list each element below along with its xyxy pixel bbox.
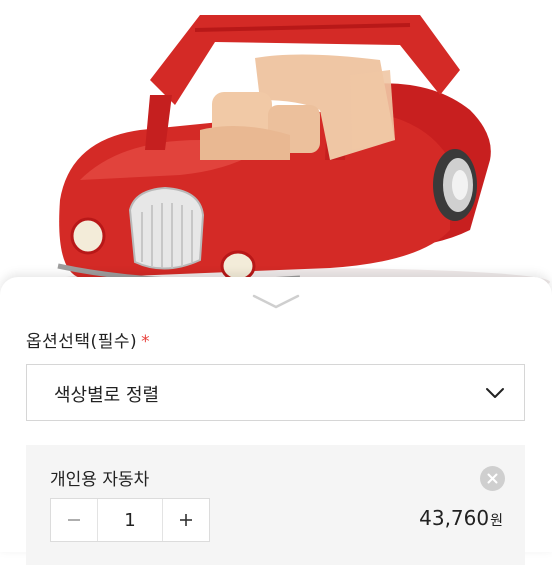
decrease-quantity-button[interactable]: [51, 499, 97, 541]
chevron-down-icon: [486, 388, 504, 398]
sort-select-value: 색상별로 정렬: [54, 385, 160, 406]
sort-select[interactable]: 색상별로 정렬: [26, 364, 525, 421]
selected-item-name: 개인용 자동차: [50, 470, 150, 490]
quantity-stepper: 1: [50, 498, 210, 542]
option-label: 옵션선택(필수) *: [26, 327, 150, 352]
product-image: [0, 0, 552, 285]
option-sheet: 옵션선택(필수) * 색상별로 정렬 개인용 자동차 1 43,760원: [0, 277, 552, 565]
plus-icon: [180, 514, 192, 526]
increase-quantity-button[interactable]: [163, 499, 209, 541]
quantity-value[interactable]: 1: [97, 499, 163, 541]
sheet-collapse-handle[interactable]: [248, 289, 304, 311]
chevron-down-icon: [252, 294, 300, 309]
close-icon: [487, 473, 498, 484]
required-mark: *: [141, 332, 151, 352]
item-price-value: 43,760: [419, 506, 490, 530]
item-price-unit: 원: [490, 513, 503, 529]
red-toy-car-illustration: [50, 15, 550, 285]
option-label-text: 옵션선택(필수): [26, 332, 138, 352]
minus-icon: [68, 519, 80, 521]
selected-option-item: 개인용 자동차 1 43,760원: [26, 445, 525, 565]
remove-item-button[interactable]: [480, 466, 505, 491]
item-price: 43,760원: [419, 506, 503, 530]
